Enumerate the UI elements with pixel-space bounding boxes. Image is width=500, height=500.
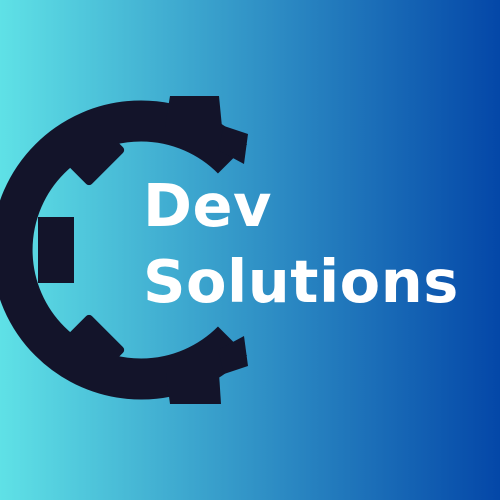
logo-wordmark: Dev Solutions [143, 168, 459, 320]
logo-text-dev: Dev [143, 171, 272, 240]
logo-text-solutions: Solutions [143, 247, 459, 316]
logo-canvas: Dev Solutions [0, 0, 500, 500]
